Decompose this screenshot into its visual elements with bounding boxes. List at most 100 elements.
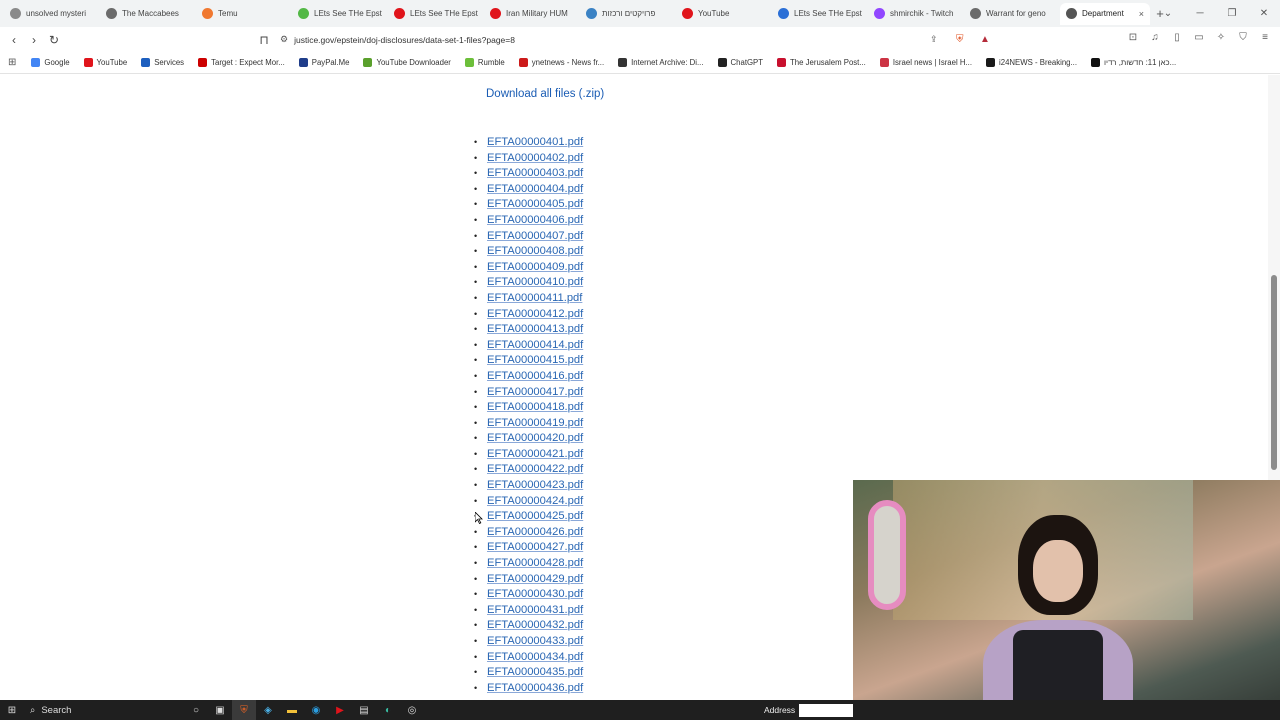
site-info-icon[interactable]: ⚙ [280,34,288,45]
file-link[interactable]: EFTA00000418.pdf [487,400,583,416]
file-link[interactable]: EFTA00000421.pdf [487,447,583,463]
wallet-icon[interactable]: ▭ [1192,31,1206,45]
browser-tab[interactable]: YouTube [676,3,772,25]
file-link[interactable]: EFTA00000427.pdf [487,540,583,556]
file-link[interactable]: EFTA00000432.pdf [487,618,583,634]
browser-tab[interactable]: The Maccabees [100,3,196,25]
file-link[interactable]: EFTA00000420.pdf [487,431,583,447]
browser-tab[interactable]: shmirchik - Twitch [868,3,964,25]
leo-icon[interactable]: ✧ [1214,31,1228,45]
bookmark-item[interactable]: כאן 11: חדשות, רדיו... [1084,58,1183,67]
file-link[interactable]: EFTA00000404.pdf [487,182,583,198]
screenshot-icon[interactable]: ⊡ [1126,31,1140,45]
browser-tab[interactable]: Iran Military HUM [484,3,580,25]
bookmark-item[interactable]: Internet Archive: Di... [611,58,710,67]
file-link[interactable]: EFTA00000403.pdf [487,166,583,182]
browser-tab[interactable]: Warrant for geno [964,3,1060,25]
url-text[interactable]: justice.gov/epstein/doj-disclosures/data… [294,35,515,45]
file-link[interactable]: EFTA00000414.pdf [487,338,583,354]
file-link[interactable]: EFTA00000410.pdf [487,275,583,291]
file-link[interactable]: EFTA00000412.pdf [487,307,583,323]
browser-tab[interactable]: פרויקטים ורכזות [580,3,676,25]
file-link[interactable]: EFTA00000424.pdf [487,494,583,510]
file-link[interactable]: EFTA00000409.pdf [487,260,583,276]
bookmark-item[interactable]: Target : Expect Mor... [191,58,292,67]
file-link[interactable]: EFTA00000422.pdf [487,462,583,478]
task-view-icon[interactable]: ▣ [208,700,232,720]
bookmark-item[interactable]: Israel news | Israel H... [873,58,979,67]
file-link[interactable]: EFTA00000408.pdf [487,244,583,260]
edge-alt-icon[interactable]: ◐ [376,700,400,720]
bookmark-item[interactable]: ynetnews - News fr... [512,58,611,67]
chrome-icon[interactable]: ◎ [400,700,424,720]
sidebar-icon[interactable]: ▯ [1170,31,1184,45]
file-link[interactable]: EFTA00000434.pdf [487,650,583,666]
taskbar-address-input[interactable] [799,703,854,717]
minimize-button[interactable]: ─ [1184,0,1216,27]
file-link[interactable]: EFTA00000406.pdf [487,213,583,229]
forward-button[interactable]: › [24,33,44,47]
close-window-button[interactable]: ✕ [1248,0,1280,27]
brave-shield-icon[interactable]: ⛨ [956,34,964,45]
bookmark-item[interactable]: YouTube Downloader [356,58,457,67]
brave-rewards-icon[interactable]: ▲ [980,34,990,45]
notepad-icon[interactable]: ▤ [352,700,376,720]
bookmark-item[interactable]: Google [24,58,76,67]
file-link[interactable]: EFTA00000423.pdf [487,478,583,494]
download-all-link[interactable]: Download all files (.zip) [486,88,604,100]
close-tab-icon[interactable]: × [1139,9,1144,19]
bookmark-item[interactable]: ChatGPT [711,58,771,67]
browser-tab[interactable]: Department × [1060,2,1150,25]
file-link[interactable]: EFTA00000431.pdf [487,603,583,619]
cortana-icon[interactable]: ○ [184,700,208,720]
bookmark-item[interactable]: Rumble [458,58,512,67]
bookmark-item[interactable]: YouTube [77,58,135,67]
menu-icon[interactable]: ≡ [1258,31,1272,45]
bookmark-item[interactable]: Services [134,58,191,67]
file-explorer-icon[interactable]: ▬ [280,700,304,720]
music-icon[interactable]: ♫ [1148,31,1162,45]
file-link[interactable]: EFTA00000436.pdf [487,681,583,697]
browser-tab[interactable]: LEts See THe Epst [772,3,868,25]
file-link[interactable]: EFTA00000401.pdf [487,135,583,151]
file-link[interactable]: EFTA00000405.pdf [487,197,583,213]
file-link[interactable]: EFTA00000435.pdf [487,665,583,681]
file-link[interactable]: EFTA00000419.pdf [487,416,583,432]
file-link[interactable]: EFTA00000429.pdf [487,572,583,588]
address-bar[interactable]: ⚙ justice.gov/epstein/doj-disclosures/da… [280,30,1000,49]
vpn-icon[interactable]: ⛉ [1236,31,1250,45]
file-link[interactable]: EFTA00000411.pdf [487,291,582,307]
scrollbar-thumb[interactable] [1271,275,1277,470]
file-link[interactable]: EFTA00000413.pdf [487,322,583,338]
reload-button[interactable]: ↻ [44,33,64,47]
file-link[interactable]: EFTA00000415.pdf [487,353,583,369]
back-button[interactable]: ‹ [4,33,24,47]
youtube-taskbar-icon[interactable]: ▶ [328,700,352,720]
file-link[interactable]: EFTA00000416.pdf [487,369,583,385]
file-link[interactable]: EFTA00000417.pdf [487,385,583,401]
file-link[interactable]: EFTA00000426.pdf [487,525,583,541]
browser-tab[interactable]: LEts See THe Epst [388,3,484,25]
browser-tab[interactable]: LEts See THe Epst [292,3,388,25]
edge-icon[interactable]: ◉ [304,700,328,720]
bookmark-item[interactable]: The Jerusalem Post... [770,58,873,67]
browser-tab[interactable]: unsolved mysteri [4,3,100,25]
bookmark-item[interactable]: PayPal.Me [292,58,357,67]
bookmark-item[interactable]: i24NEWS - Breaking... [979,58,1084,67]
file-link[interactable]: EFTA00000433.pdf [487,634,583,650]
file-link[interactable]: EFTA00000402.pdf [487,151,583,167]
file-link[interactable]: EFTA00000425.pdf [487,509,583,525]
taskbar-search[interactable]: ⌕ Search [24,702,184,718]
app-taskbar-icon[interactable]: ◈ [256,700,280,720]
share-icon[interactable]: ⇪ [930,34,938,45]
file-link[interactable]: EFTA00000407.pdf [487,229,583,245]
tab-search-icon[interactable]: ⌄ [1152,0,1184,27]
apps-grid-icon[interactable]: ⊞ [8,57,16,68]
maximize-button[interactable]: ❐ [1216,0,1248,27]
browser-tab[interactable]: Temu [196,3,292,25]
brave-taskbar-icon[interactable]: ⛨ [232,700,256,720]
windows-start-icon[interactable]: ⊞ [0,700,24,720]
file-link[interactable]: EFTA00000430.pdf [487,587,583,603]
bookmark-page-icon[interactable]: ⊓ [254,33,274,47]
file-link[interactable]: EFTA00000428.pdf [487,556,583,572]
